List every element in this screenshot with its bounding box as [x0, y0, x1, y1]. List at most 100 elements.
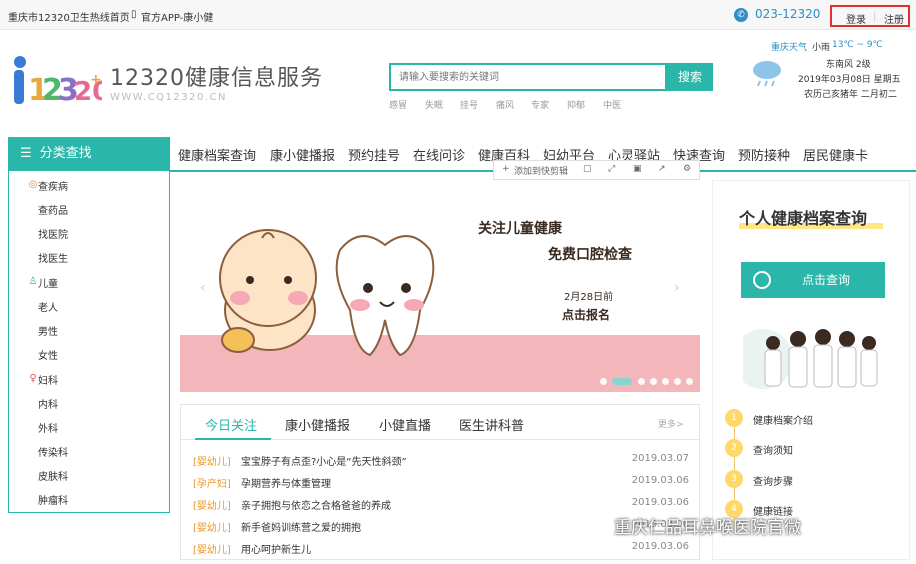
hot-word[interactable]: 抑郁 — [567, 98, 585, 111]
news-item[interactable]: [婴幼儿] 宝宝脖子有点歪?小心是“先天性斜颈” 2019.03.07 — [193, 453, 689, 473]
add-to-clip-link[interactable]: 添加到快剪辑 — [514, 164, 568, 177]
category-item[interactable]: 女性 — [38, 347, 58, 362]
step-number: 1 — [725, 409, 743, 427]
copy-icon[interactable]: ▢ — [583, 164, 592, 174]
nav-health-card[interactable]: 居民健康卡 — [803, 145, 868, 164]
news-date: 2019.03.06 — [631, 541, 689, 552]
category-item[interactable]: 查药品 — [38, 202, 68, 217]
carousel-dot-active[interactable] — [612, 378, 632, 385]
hot-word[interactable]: 痛风 — [496, 98, 514, 111]
hot-word[interactable]: 挂号 — [460, 98, 478, 111]
news-date: 2019.03.06 — [631, 475, 689, 486]
weather-date: 2019年03月08日 星期五 — [798, 75, 901, 85]
news-tag: [婴幼儿] — [193, 523, 231, 534]
news-title[interactable]: 新手爸妈训练营之爱的拥抱 — [241, 519, 361, 534]
share-icon[interactable]: ↗ — [658, 164, 666, 174]
weather-temp: 13℃ ~ 9℃ — [832, 40, 883, 50]
plus-icon[interactable]: + — [502, 164, 510, 174]
step-intro[interactable]: 健康档案介绍 — [753, 412, 813, 427]
side-title: 个人健康档案查询 — [739, 209, 868, 228]
category-item[interactable]: 找医生 — [38, 250, 68, 265]
tab-broadcast[interactable]: 康小健播报 — [285, 415, 350, 434]
banner-headline: 关注儿童健康 — [478, 221, 562, 237]
nav-health-records[interactable]: 健康档案查询 — [178, 145, 256, 164]
login-link[interactable]: 登录 — [846, 11, 866, 26]
auth-box: 登录 | 注册 — [830, 5, 910, 27]
weather-lunar: 农历己亥猪年 二月初二 — [804, 90, 897, 100]
carousel-dot[interactable] — [638, 378, 645, 385]
category-item[interactable]: 传染科 — [38, 444, 68, 459]
nav-vaccination[interactable]: 预防接种 — [738, 145, 790, 164]
site-logo[interactable]: 1 2 3 20 + — [6, 50, 102, 108]
query-button[interactable]: 点击查询 — [741, 262, 885, 298]
chevron-left-icon[interactable]: ‹ — [200, 280, 206, 296]
weather-widget: 重庆天气 小雨 13℃ ~ 9℃ 东南风 2级 2019年03月08日 星期五 … — [748, 38, 908, 108]
carousel-dot[interactable] — [662, 378, 669, 385]
category-item[interactable]: 外科 — [38, 420, 58, 435]
nav-broadcast[interactable]: 康小健播报 — [270, 145, 335, 164]
category-item[interactable]: 肿瘤科 — [38, 492, 68, 507]
nav-registration[interactable]: 预约挂号 — [348, 145, 400, 164]
chevron-right-icon[interactable]: › — [674, 280, 680, 296]
health-record-panel: 个人健康档案查询 点击查询 1 健康档案介绍 2 查询须知 3 查询步骤 4 健… — [712, 180, 910, 560]
mobile-icon: ▯ — [131, 9, 137, 20]
watermark: 重庆仁品耳鼻喉医院官微 — [614, 518, 801, 538]
carousel-dot[interactable] — [600, 378, 607, 385]
register-link[interactable]: 注册 — [884, 11, 904, 26]
category-item[interactable]: 男性 — [38, 323, 58, 338]
clip-toolbar: + 添加到快剪辑 ▢ ⤢ ▣ ↗ ⚙ — [493, 160, 700, 180]
category-header[interactable]: ☰ 分类查找 — [8, 137, 170, 171]
tab-today[interactable]: 今日关注 — [205, 415, 257, 434]
tab-live[interactable]: 小健直播 — [379, 415, 431, 434]
banner-date: 2月28日前 — [564, 292, 614, 303]
search-input[interactable] — [391, 65, 665, 89]
carousel-dot[interactable] — [686, 378, 693, 385]
baby-and-tooth-illustration — [219, 229, 435, 357]
banner-carousel[interactable]: 关注儿童健康 免费口腔检查 2月28日前 点击报名 ‹ › — [180, 180, 700, 392]
step-notice[interactable]: 查询须知 — [753, 442, 793, 457]
home-link[interactable]: 重庆市12320卫生热线首页 — [8, 9, 130, 24]
hotline-number: 023-12320 — [755, 7, 821, 21]
news-date: 2019.03.06 — [631, 497, 689, 508]
hot-word[interactable]: 专家 — [531, 98, 549, 111]
search-box — [389, 63, 667, 91]
weather-condition: 小雨 — [812, 43, 831, 53]
step-number: 2 — [725, 439, 743, 457]
news-title[interactable]: 亲子拥抱与依恋之合格爸爸的养成 — [241, 497, 391, 512]
nav-consultation[interactable]: 在线问诊 — [413, 145, 465, 164]
carousel-dot[interactable] — [674, 378, 681, 385]
news-tag: [婴幼儿] — [193, 501, 231, 512]
category-item[interactable]: 妇科 — [38, 372, 58, 387]
weather-wind: 东南风 2级 — [826, 60, 871, 70]
category-item[interactable]: 皮肤科 — [38, 468, 68, 483]
list-icon: ☰ — [20, 146, 32, 161]
hot-word[interactable]: 感冒 — [389, 98, 407, 111]
query-button-label: 点击查询 — [802, 273, 851, 287]
news-item[interactable]: [婴幼儿] 用心呵护新生儿 2019.03.06 — [193, 541, 689, 561]
doctors-illustration — [743, 329, 878, 389]
step-procedure[interactable]: 查询步骤 — [753, 473, 793, 488]
fullscreen-icon[interactable]: ⤢ — [608, 164, 615, 174]
banner-cta[interactable]: 点击报名 — [562, 306, 610, 323]
save-icon[interactable]: ▣ — [633, 164, 642, 174]
news-tag: [孕产妇] — [193, 479, 231, 490]
news-title[interactable]: 孕期营养与体重管理 — [241, 475, 331, 490]
news-title[interactable]: 宝宝脖子有点歪?小心是“先天性斜颈” — [241, 453, 407, 468]
news-item[interactable]: [孕产妇] 孕期营养与体重管理 2019.03.06 — [193, 475, 689, 495]
hot-word[interactable]: 失眠 — [425, 98, 443, 111]
category-item[interactable]: 儿童 — [38, 275, 58, 290]
gear-icon[interactable]: ⚙ — [683, 164, 691, 174]
category-item[interactable]: 找医院 — [38, 226, 68, 241]
carousel-dot[interactable] — [650, 378, 657, 385]
category-item[interactable]: 内科 — [38, 396, 58, 411]
search-button[interactable]: 搜索 — [667, 63, 713, 91]
banner-subheadline: 免费口腔检查 — [548, 247, 632, 263]
category-item[interactable]: 查疾病 — [38, 178, 68, 193]
divider: | — [873, 11, 877, 22]
more-link[interactable]: 更多> — [658, 417, 684, 430]
tab-science[interactable]: 医生讲科普 — [459, 415, 524, 434]
news-title[interactable]: 用心呵护新生儿 — [241, 541, 311, 556]
app-link[interactable]: 官方APP-康小健 — [141, 9, 213, 24]
hot-word[interactable]: 中医 — [603, 98, 621, 111]
category-item[interactable]: 老人 — [38, 299, 58, 314]
